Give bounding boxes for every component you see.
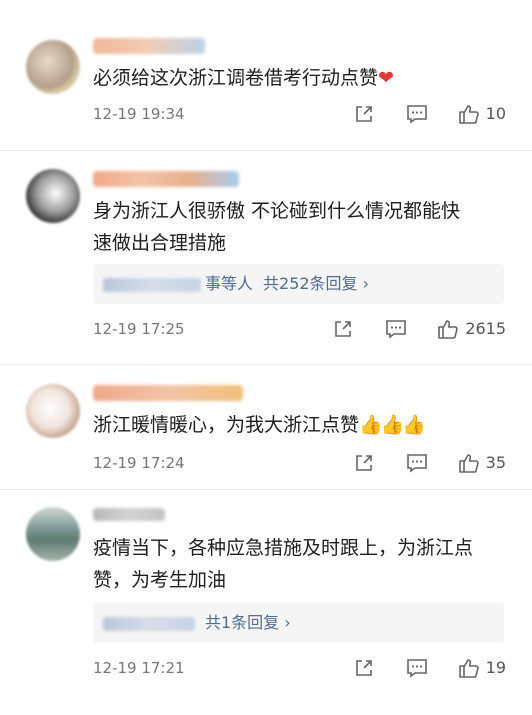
- comment-meta: 12-19 19:34 10: [93, 102, 506, 126]
- comment-text: 必须给这次浙江调卷借考行动点赞❤: [93, 67, 394, 89]
- comment-item: 疫情当下，各种应急措施及时跟上，为浙江点 赞，为考生加油 共1条回复 › 12-…: [0, 490, 532, 715]
- view-replies-link[interactable]: 共1条回复 ›: [205, 613, 291, 632]
- thumbs-up-emoji: 👍👍👍: [359, 414, 426, 436]
- timestamp: 12-19 19:34: [93, 105, 185, 123]
- like-button[interactable]: 35: [458, 451, 506, 475]
- like-icon: [458, 105, 479, 124]
- share-icon: [355, 106, 372, 122]
- like-icon: [458, 454, 479, 473]
- comment-text: 疫情当下，各种应急措施及时跟上，为浙江点 赞，为考生加油: [93, 537, 474, 591]
- like-button[interactable]: 10: [458, 102, 506, 126]
- avatar[interactable]: [26, 169, 80, 223]
- replier-names-blurred: [103, 277, 201, 292]
- username[interactable]: [93, 385, 243, 401]
- share-button[interactable]: [354, 453, 374, 473]
- timestamp: 12-19 17:25: [93, 320, 185, 338]
- share-button[interactable]: [354, 104, 374, 124]
- action-bar: 2615: [333, 317, 506, 341]
- like-count: 19: [485, 658, 506, 677]
- avatar[interactable]: [26, 507, 80, 561]
- replier-names: 事等人: [205, 274, 254, 293]
- like-icon: [438, 320, 459, 339]
- like-button[interactable]: 2615: [437, 317, 506, 341]
- username[interactable]: [93, 171, 239, 187]
- reply-preview[interactable]: 事等人 共252条回复 ›: [93, 264, 504, 304]
- comment-button[interactable]: [406, 453, 428, 473]
- action-bar: 10: [354, 102, 506, 126]
- avatar[interactable]: [26, 384, 80, 438]
- action-bar: 19: [354, 656, 506, 680]
- like-icon: [458, 659, 479, 678]
- comment-button[interactable]: [406, 104, 428, 124]
- timestamp: 12-19 17:24: [93, 454, 185, 472]
- username[interactable]: [93, 508, 165, 521]
- comment-button[interactable]: [406, 658, 428, 678]
- timestamp: 12-19 17:21: [93, 659, 185, 677]
- comment-item: 浙江暖情暖心，为我大浙江点赞👍👍👍 12-19 17:24 35: [0, 365, 532, 490]
- comment-meta: 12-19 17:24 35: [93, 451, 506, 475]
- comment-icon: [406, 454, 427, 473]
- comment-icon: [386, 320, 407, 339]
- comment-button[interactable]: [385, 319, 407, 339]
- comment-icon: [406, 105, 427, 124]
- share-icon: [355, 660, 372, 676]
- replier-names-blurred: [103, 616, 195, 631]
- share-button[interactable]: [354, 658, 374, 678]
- like-count: 35: [485, 453, 506, 472]
- share-icon: [335, 321, 352, 337]
- like-count: 2615: [465, 319, 506, 338]
- view-replies-link[interactable]: 共252条回复 ›: [263, 274, 369, 293]
- reply-preview[interactable]: 共1条回复 ›: [93, 603, 504, 643]
- like-count: 10: [485, 104, 506, 123]
- comment-item: 身为浙江人很骄傲 不论碰到什么情况都能快 速做出合理措施 事等人 共252条回复 …: [0, 151, 532, 365]
- share-button[interactable]: [333, 319, 353, 339]
- username[interactable]: [93, 38, 205, 54]
- comment-meta: 12-19 17:21 19: [93, 656, 506, 680]
- like-button[interactable]: 19: [458, 656, 506, 680]
- heart-emoji: ❤: [378, 67, 394, 89]
- comment-icon: [406, 659, 427, 678]
- action-bar: 35: [354, 451, 506, 475]
- comment-item: 必须给这次浙江调卷借考行动点赞❤ 12-19 19:34 10: [0, 0, 532, 151]
- comment-meta: 12-19 17:25 2615: [93, 317, 506, 341]
- avatar[interactable]: [26, 40, 80, 94]
- comment-text: 身为浙江人很骄傲 不论碰到什么情况都能快 速做出合理措施: [93, 200, 461, 254]
- comment-text: 浙江暖情暖心，为我大浙江点赞👍👍👍: [93, 414, 426, 436]
- share-icon: [355, 455, 372, 471]
